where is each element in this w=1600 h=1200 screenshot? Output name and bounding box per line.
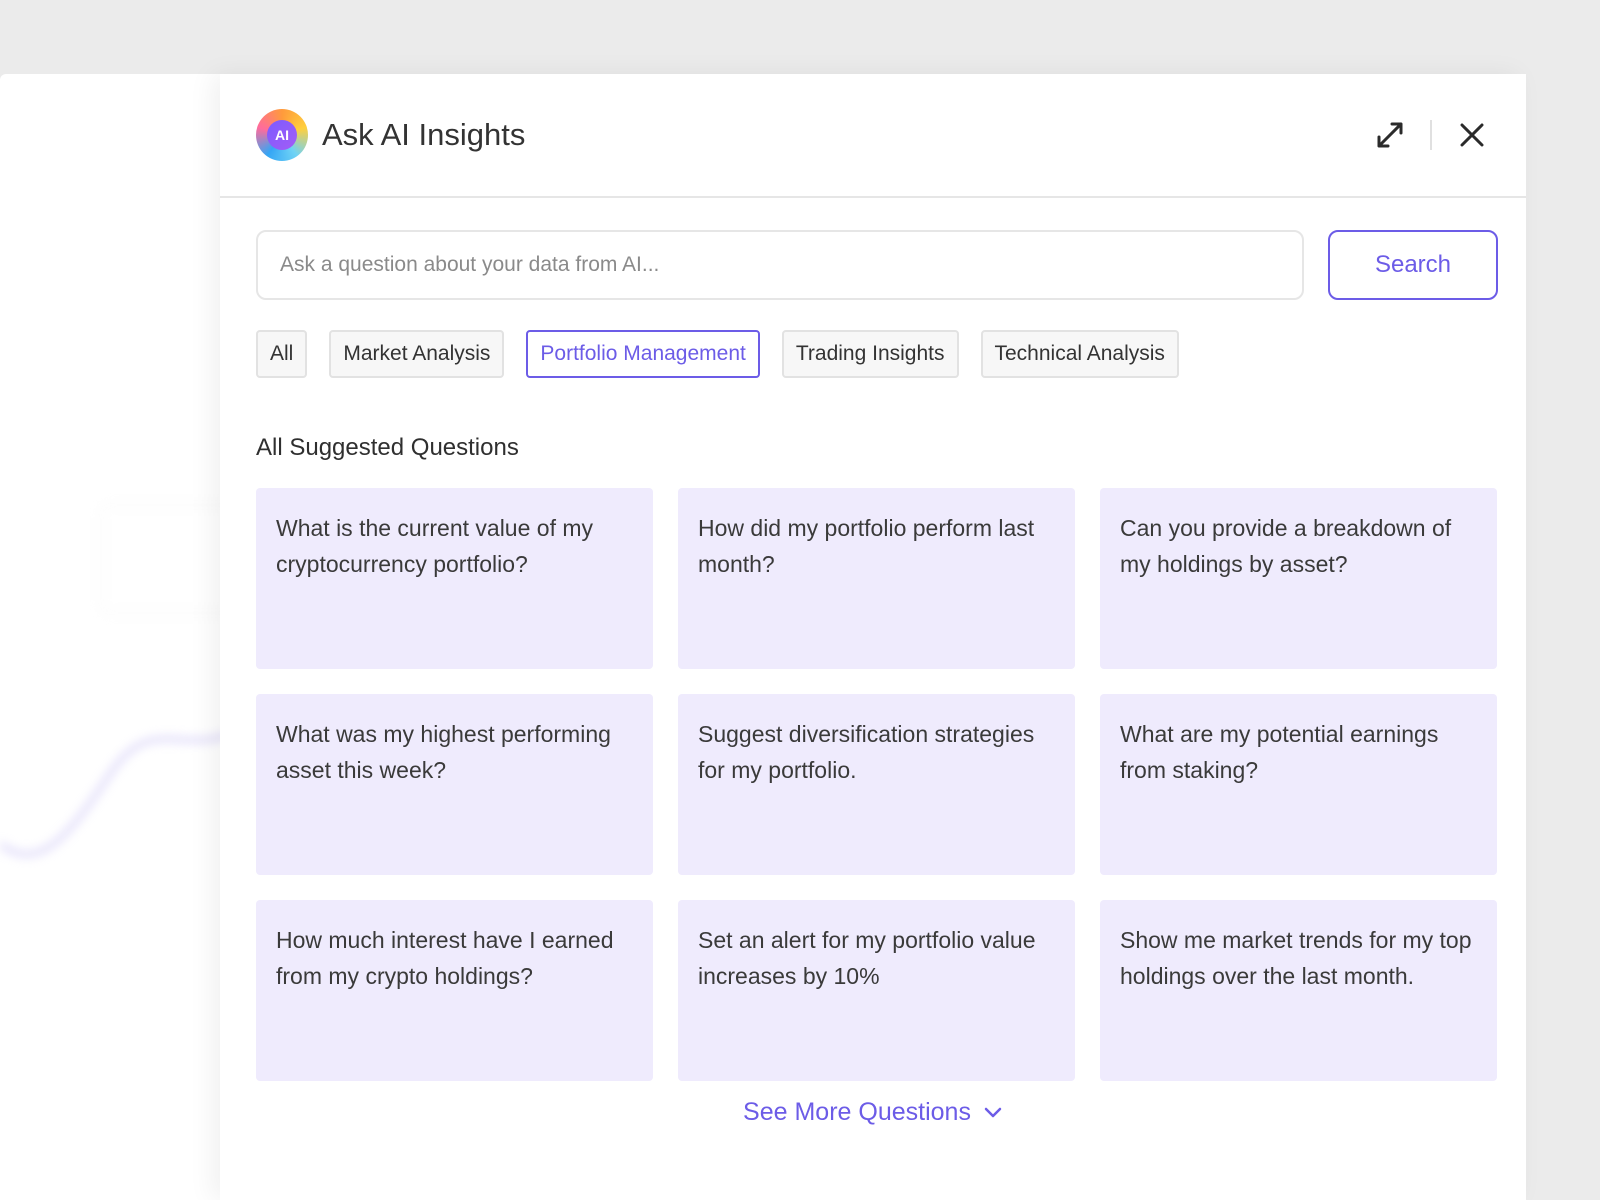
question-card[interactable]: Set an alert for my portfolio value incr… [678,900,1075,1081]
question-card[interactable]: What are my potential earnings from stak… [1100,694,1497,875]
question-card[interactable]: How did my portfolio perform last month? [678,488,1075,669]
search-button[interactable]: Search [1328,230,1498,300]
background-chart-line [0,731,230,858]
chevron-down-icon [983,1106,1003,1120]
filter-chip-technical-analysis[interactable]: Technical Analysis [980,330,1179,378]
questions-grid: What is the current value of my cryptocu… [256,488,1526,1081]
ai-insights-panel: AI Ask AI Insights Search All Market Ana… [220,74,1526,1200]
close-button[interactable] [1454,117,1490,153]
search-input[interactable] [256,230,1304,300]
see-more-label: See More Questions [743,1098,971,1126]
background-blurred-content [0,74,230,1200]
expand-button[interactable] [1372,117,1408,153]
filter-chip-trading-insights[interactable]: Trading Insights [781,330,959,378]
header-actions [1372,117,1490,153]
question-card[interactable]: Show me market trends for my top holding… [1100,900,1497,1081]
panel-header: AI Ask AI Insights [220,74,1526,198]
filter-chip-market-analysis[interactable]: Market Analysis [329,330,505,378]
search-row: Search [256,230,1498,300]
ai-logo-icon: AI [256,109,308,161]
filter-chips: All Market Analysis Portfolio Management… [256,330,1526,378]
question-card[interactable]: What was my highest performing asset thi… [256,694,653,875]
background-card [100,504,230,614]
filter-chip-all[interactable]: All [256,330,308,378]
question-card[interactable]: What is the current value of my cryptocu… [256,488,653,669]
question-card[interactable]: Suggest diversification strategies for m… [678,694,1075,875]
question-card[interactable]: How much interest have I earned from my … [256,900,653,1081]
section-title: All Suggested Questions [256,434,519,461]
header-divider [1430,120,1432,150]
see-more-questions-link[interactable]: See More Questions [220,1098,1526,1127]
panel-title: Ask AI Insights [322,117,526,152]
filter-chip-portfolio-management[interactable]: Portfolio Management [526,330,760,378]
expand-icon [1377,122,1403,148]
close-icon [1460,123,1484,147]
ai-logo-badge: AI [267,120,297,150]
question-card[interactable]: Can you provide a breakdown of my holdin… [1100,488,1497,669]
